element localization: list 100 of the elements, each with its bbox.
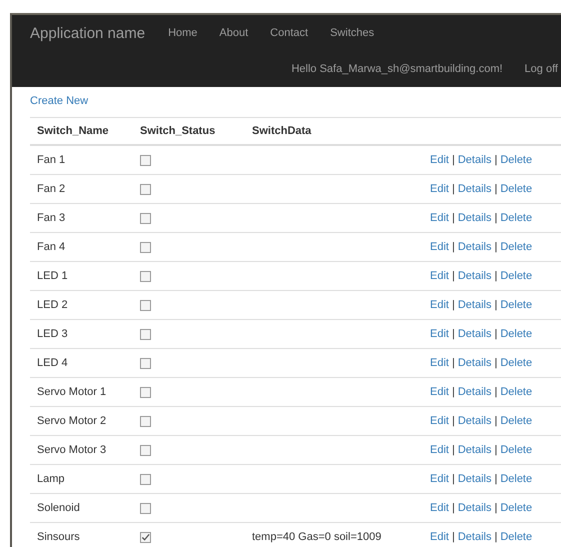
table-cell: Solenoid [30, 494, 140, 522]
separator: | [452, 154, 455, 166]
table-cell: Servo Motor 3 [30, 436, 140, 464]
checkbox[interactable] [140, 444, 151, 456]
action-link[interactable]: Edit [430, 357, 449, 369]
separator: | [494, 386, 498, 398]
separator: | [452, 531, 455, 543]
checkbox[interactable] [140, 300, 151, 311]
checkbox[interactable] [140, 474, 151, 485]
action-link[interactable]: Details [458, 270, 492, 282]
table-cell: Sinsours [30, 522, 140, 547]
separator: | [494, 183, 498, 195]
column-header: Switch_Status [140, 118, 252, 145]
action-link[interactable]: Delete [500, 328, 532, 340]
action-link[interactable]: Delete [500, 270, 532, 282]
checkbox[interactable] [140, 270, 151, 282]
create-new-link[interactable]: Create New [30, 95, 561, 110]
action-link[interactable]: Details [458, 415, 492, 427]
action-link[interactable]: Edit [430, 473, 449, 485]
separator: | [494, 299, 498, 311]
action-link[interactable]: Delete [500, 444, 532, 456]
column-header: Switch_Name [30, 118, 140, 145]
action-link[interactable]: Details [458, 328, 492, 340]
table-cell: Fan 3 [30, 204, 140, 232]
action-link[interactable]: Edit [430, 270, 449, 282]
table-cell: LED 2 [30, 290, 140, 320]
action-link[interactable]: Edit [430, 386, 449, 398]
action-link[interactable]: Details [458, 183, 492, 195]
action-link[interactable]: Delete [500, 531, 532, 543]
action-link[interactable]: Details [458, 357, 492, 369]
greeting-link[interactable]: Hello Safa_Marwa_sh@smartbuilding.com! [291, 63, 503, 75]
action-link[interactable]: Details [458, 154, 492, 166]
action-link[interactable]: Edit [430, 531, 449, 543]
table-cell: Lamp [30, 464, 140, 494]
separator: | [494, 328, 498, 340]
action-link[interactable]: Details [458, 531, 492, 543]
separator: | [452, 299, 455, 311]
action-link[interactable]: Delete [500, 502, 532, 514]
action-link[interactable]: Details [458, 212, 492, 224]
nav-link[interactable]: Contact [270, 27, 308, 39]
action-link[interactable]: Edit [430, 502, 449, 514]
checkbox[interactable] [140, 154, 151, 166]
action-link[interactable]: Delete [500, 183, 532, 195]
action-link[interactable]: Delete [500, 473, 532, 485]
checkbox[interactable] [140, 212, 151, 224]
action-link[interactable]: Details [458, 473, 492, 485]
checkbox[interactable] [140, 184, 151, 195]
checkbox[interactable] [140, 328, 151, 340]
separator: | [452, 386, 455, 398]
logoff-link[interactable]: Log off [524, 63, 558, 75]
separator: | [452, 212, 455, 224]
table-cell: Servo Motor 2 [30, 406, 140, 436]
separator: | [494, 270, 498, 282]
action-link[interactable]: Delete [500, 154, 532, 166]
column-header: SwitchData [252, 118, 430, 145]
action-link[interactable]: Details [458, 386, 492, 398]
table-cell: LED 4 [30, 348, 140, 378]
action-link[interactable]: Delete [500, 357, 532, 369]
separator: | [494, 415, 498, 427]
separator: | [452, 415, 455, 427]
separator: | [452, 502, 455, 514]
action-link[interactable]: Edit [430, 241, 449, 253]
action-link[interactable]: Edit [430, 444, 449, 456]
nav-link[interactable]: About [219, 27, 248, 39]
table-cell: Fan 4 [30, 232, 140, 262]
separator: | [452, 270, 455, 282]
table-cell: LED 3 [30, 320, 140, 348]
brand-link[interactable]: Application name [30, 24, 146, 42]
action-link[interactable]: Edit [430, 299, 449, 311]
action-link[interactable]: Details [458, 299, 492, 311]
table-cell: Fan 2 [30, 174, 140, 204]
action-link[interactable]: Delete [500, 386, 532, 398]
separator: | [494, 241, 498, 253]
nav-link[interactable]: Switches [330, 27, 374, 39]
separator: | [452, 473, 455, 485]
checkbox[interactable] [140, 416, 151, 427]
checkbox[interactable] [140, 358, 151, 369]
action-link[interactable]: Edit [430, 328, 449, 340]
checkbox[interactable] [140, 242, 151, 253]
action-link[interactable]: Delete [500, 299, 532, 311]
action-link[interactable]: Details [458, 444, 492, 456]
action-link[interactable]: Edit [430, 154, 449, 166]
nav-link[interactable]: Home [168, 27, 198, 39]
separator: | [494, 473, 498, 485]
separator: | [494, 531, 498, 543]
table-cell: Servo Motor 1 [30, 378, 140, 406]
checkbox[interactable] [140, 386, 151, 398]
action-link[interactable]: Edit [430, 212, 449, 224]
action-link[interactable]: Delete [500, 415, 532, 427]
separator: | [494, 357, 498, 369]
action-link[interactable]: Delete [500, 241, 532, 253]
checkbox[interactable] [140, 502, 151, 514]
checkbox[interactable] [140, 532, 151, 543]
separator: | [452, 357, 455, 369]
action-link[interactable]: Edit [430, 415, 449, 427]
action-link[interactable]: Edit [430, 183, 449, 195]
action-link[interactable]: Details [458, 502, 492, 514]
action-link[interactable]: Details [458, 241, 492, 253]
table-cell: LED 1 [30, 262, 140, 290]
action-link[interactable]: Delete [500, 212, 532, 224]
